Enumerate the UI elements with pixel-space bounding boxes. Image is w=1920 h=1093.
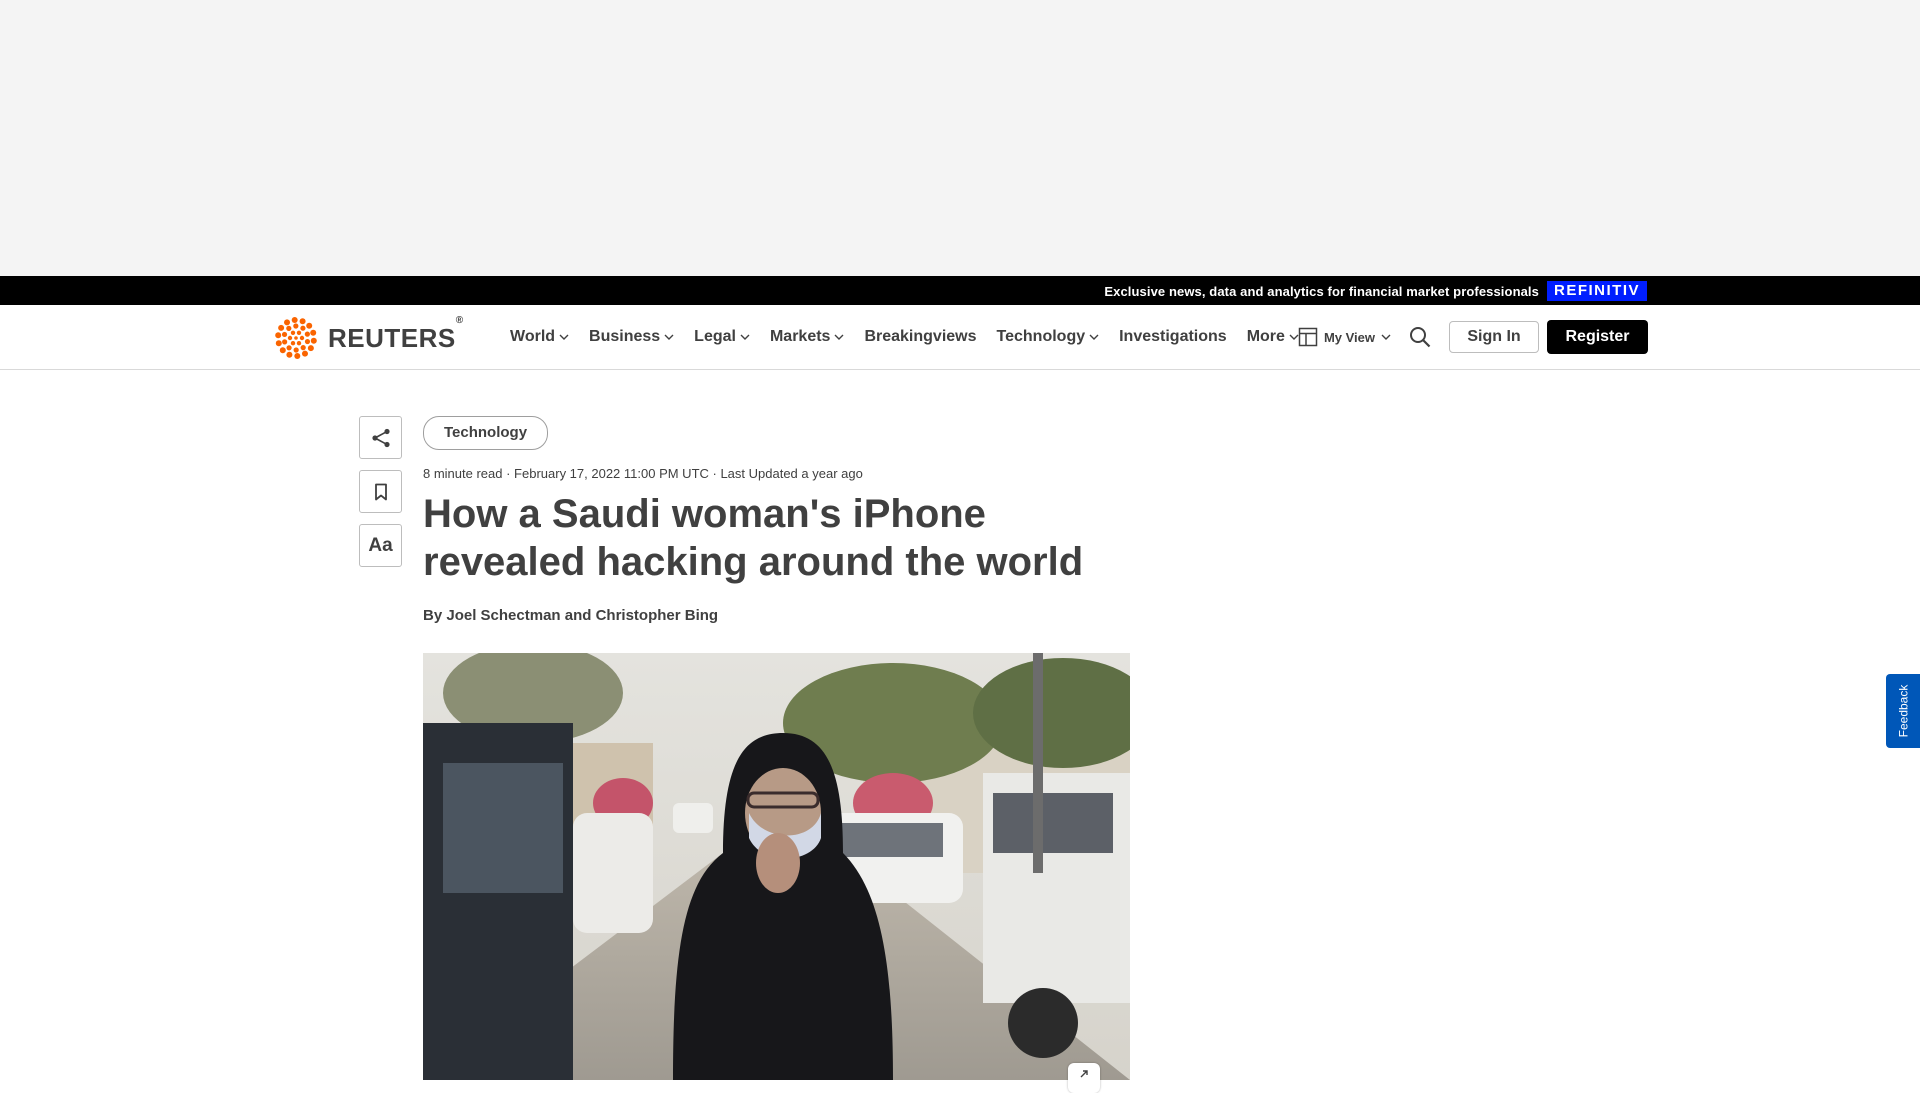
author-link-christopher-bing[interactable]: Christopher Bing — [596, 607, 719, 624]
bookmark-button[interactable] — [359, 470, 402, 513]
chevron-down-icon — [664, 334, 674, 340]
register-button[interactable]: Register — [1547, 320, 1648, 354]
article-meta: 8 minute read · February 17, 2022 11:00 … — [423, 466, 863, 481]
chevron-down-icon — [559, 334, 569, 340]
promo-bar[interactable]: Exclusive news, data and analytics for f… — [0, 276, 1920, 305]
feedback-label: Feedback — [1896, 684, 1911, 738]
chevron-down-icon — [1089, 334, 1099, 340]
layout-icon — [1298, 327, 1318, 347]
my-view-label: My View — [1323, 329, 1375, 345]
logo-wordmark: REUTERS® — [328, 314, 464, 353]
nav-item-legal[interactable]: Legal — [694, 328, 750, 346]
search-icon — [1410, 327, 1431, 348]
chevron-down-icon — [834, 334, 844, 340]
nav-item-business[interactable]: Business — [589, 328, 674, 346]
expand-icon — [1080, 1070, 1088, 1078]
nav-item-world[interactable]: World — [510, 328, 569, 346]
bookmark-icon — [374, 483, 387, 500]
promo-text[interactable]: Exclusive news, data and analytics for f… — [1104, 284, 1539, 299]
chevron-down-icon — [740, 334, 750, 340]
my-view-menu[interactable]: My View — [1298, 327, 1391, 347]
nav-item-technology[interactable]: Technology — [997, 328, 1100, 346]
nav-item-breakingviews[interactable]: Breakingviews — [864, 328, 976, 346]
nav-item-more[interactable]: More — [1247, 328, 1299, 346]
search-button[interactable] — [1409, 326, 1431, 348]
article-category-tag[interactable]: Technology — [423, 416, 549, 450]
refinitiv-logo[interactable]: REFINITIV — [1546, 281, 1647, 301]
article-byline: By Joel Schectman and Christopher Bing — [423, 607, 719, 624]
text-size-button[interactable]: Aa — [359, 524, 402, 567]
sign-in-button[interactable]: Sign In — [1449, 321, 1539, 353]
chevron-down-icon — [1381, 334, 1391, 340]
nav-item-markets[interactable]: Markets — [770, 328, 844, 346]
expand-photo-button[interactable] — [1068, 1063, 1100, 1093]
reuters-logo[interactable]: REUTERS® — [272, 314, 464, 362]
site-header: REUTERS® World Business Legal Markets Br… — [0, 305, 1920, 370]
advertisement-slot — [0, 0, 1920, 276]
feedback-tab[interactable]: Feedback — [1886, 674, 1920, 748]
share-button[interactable] — [359, 416, 402, 459]
main-nav: World Business Legal Markets Breakingvie… — [510, 305, 1299, 369]
reuters-logo-icon — [275, 317, 317, 359]
text-size-label: Aa — [368, 534, 393, 556]
nav-item-investigations[interactable]: Investigations — [1119, 328, 1227, 346]
photo-illustration — [423, 653, 1130, 1080]
article-headline: How a Saudi woman's iPhone revealed hack… — [423, 492, 1084, 584]
article-lead-photo[interactable] — [423, 653, 1130, 1080]
share-icon — [371, 428, 390, 447]
author-link-joel-schectman[interactable]: Joel Schectman — [446, 607, 560, 624]
